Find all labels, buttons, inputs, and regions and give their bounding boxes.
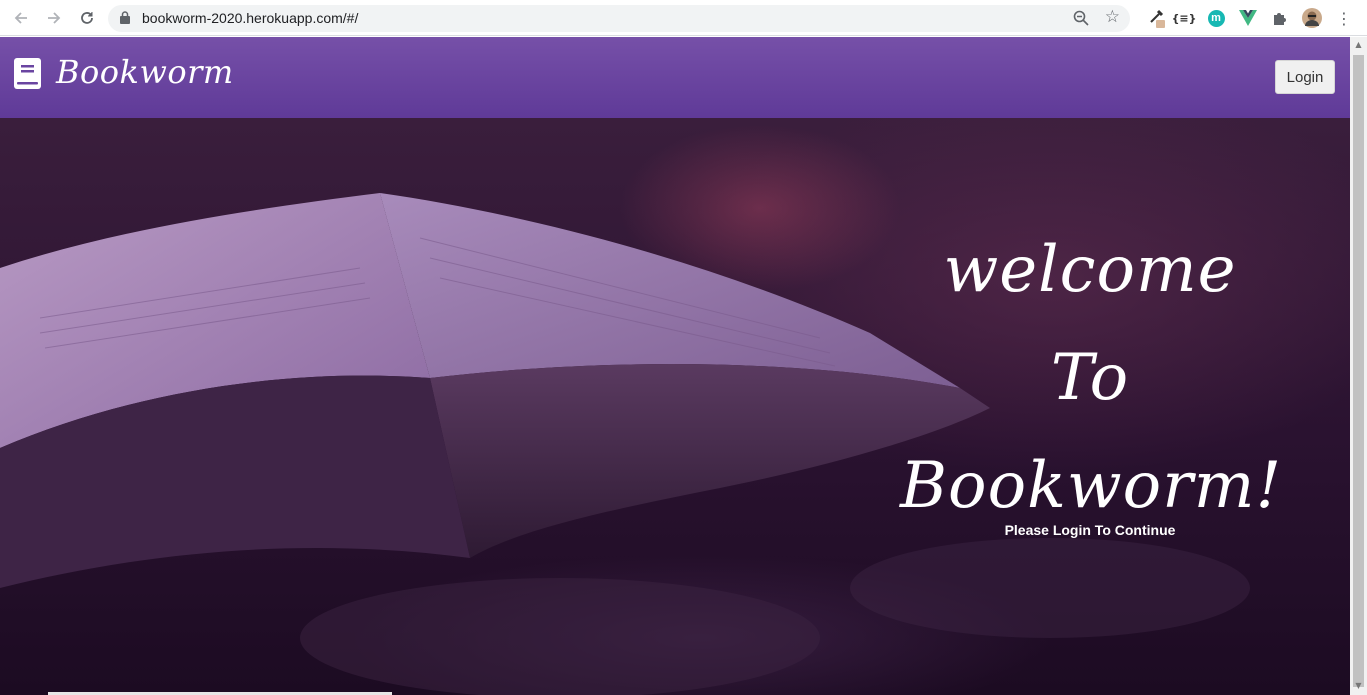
welcome-heading: welcome To Bookworm! — [900, 216, 1281, 540]
login-prompt-text: Please Login To Continue — [1004, 522, 1176, 538]
kebab-menu-icon[interactable]: ⋮ — [1334, 8, 1354, 28]
eyedropper-icon[interactable] — [1147, 8, 1167, 28]
login-button[interactable]: Login — [1275, 60, 1335, 94]
zoom-icon[interactable] — [1072, 9, 1090, 27]
back-arrow-icon[interactable] — [9, 6, 33, 30]
puzzle-extensions-icon[interactable] — [1270, 8, 1290, 28]
forward-arrow-icon[interactable] — [42, 6, 66, 30]
hero-section: welcome To Bookworm! Please Login To Con… — [0, 118, 1350, 695]
scroll-down-icon[interactable]: ▼ — [1353, 681, 1364, 693]
address-bar[interactable]: bookworm-2020.herokuapp.com/#/ ☆ — [108, 5, 1130, 32]
lock-icon — [120, 11, 130, 24]
welcome-line-1: welcome — [943, 233, 1237, 307]
app-navbar: Bookworm Login — [0, 37, 1350, 118]
browser-toolbar: bookworm-2020.herokuapp.com/#/ ☆ {≡} m ⋮ — [0, 0, 1367, 36]
scroll-thumb[interactable] — [1353, 55, 1364, 687]
m-extension-icon[interactable]: m — [1206, 8, 1226, 28]
vertical-scrollbar[interactable]: ▲ ▼ — [1350, 37, 1367, 695]
profile-avatar-icon[interactable] — [1302, 8, 1322, 28]
vue-devtools-icon[interactable] — [1238, 8, 1258, 28]
book-icon — [14, 58, 41, 89]
scroll-up-icon[interactable]: ▲ — [1353, 40, 1364, 52]
reload-icon[interactable] — [75, 6, 99, 30]
welcome-line-2: To — [1050, 341, 1130, 415]
bookmark-star-icon[interactable]: ☆ — [1105, 7, 1120, 27]
url-text: bookworm-2020.herokuapp.com/#/ — [142, 10, 359, 26]
brand-title[interactable]: Bookworm — [56, 53, 234, 91]
json-formatter-icon[interactable]: {≡} — [1172, 8, 1197, 28]
